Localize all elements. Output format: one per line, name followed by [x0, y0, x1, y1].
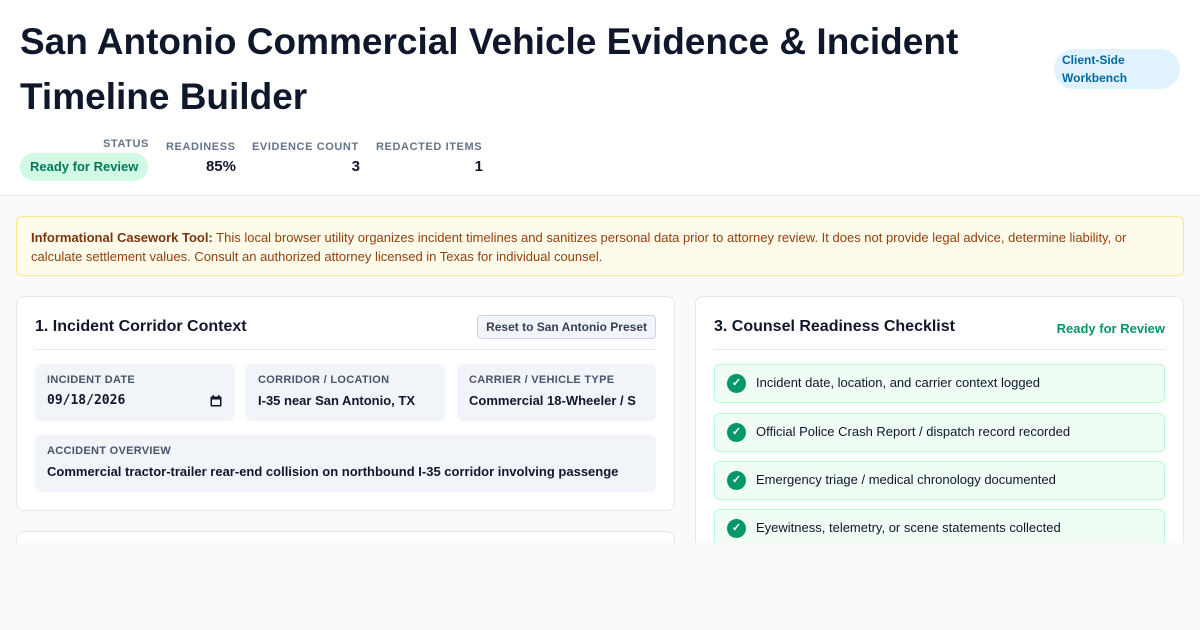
checklist-item[interactable]: ✓ Emergency triage / medical chronology … — [714, 461, 1165, 500]
carrier-vehicle-input[interactable]: Commercial 18-Wheeler / S — [469, 393, 644, 408]
checklist-item[interactable]: ✓ Official Police Crash Report / dispatc… — [714, 413, 1165, 452]
check-icon: ✓ — [727, 519, 746, 538]
carrier-vehicle-label: CARRIER / VEHICLE TYPE — [469, 374, 615, 386]
informational-notice: Informational Casework Tool: This local … — [16, 216, 1184, 276]
readiness-stat-value: 85% — [205, 158, 236, 175]
evidence-count-label: EVIDENCE COUNT — [252, 141, 359, 153]
corridor-location-label: CORRIDOR / LOCATION — [258, 374, 390, 386]
incident-date-field[interactable]: INCIDENT DATE 09/18/2026 — [35, 364, 234, 421]
checklist-item[interactable]: ✓ Incident date, location, and carrier c… — [714, 364, 1165, 403]
redacted-items-label: REDACTED ITEMS — [376, 141, 483, 153]
status-stat-label: STATUS — [103, 138, 149, 150]
accident-overview-label: ACCIDENT OVERVIEW — [47, 445, 172, 457]
corridor-location-input[interactable]: I-35 near San Antonio, TX — [258, 393, 433, 408]
counsel-readiness-card: 3. Counsel Readiness Checklist Ready for… — [695, 296, 1184, 576]
corridor-location-field[interactable]: CORRIDOR / LOCATION I-35 near San Antoni… — [246, 364, 445, 421]
accident-overview-input[interactable]: Commercial tractor-trailer rear-end coll… — [47, 464, 644, 479]
page-header: San Antonio Commercial Vehicle Evidence … — [0, 0, 1200, 196]
reset-preset-button[interactable]: Reset to San Antonio Preset — [477, 315, 656, 339]
readiness-stat-label: READINESS — [166, 141, 236, 153]
checklist-item-label: Incident date, location, and carrier con… — [756, 375, 1041, 390]
checklist-item-label: Eyewitness, telemetry, or scene statemen… — [756, 520, 1061, 535]
status-badge: Ready for Review — [20, 153, 149, 181]
checklist-item-label: Emergency triage / medical chronology do… — [756, 472, 1056, 487]
incident-date-input[interactable]: 09/18/2026 — [47, 393, 125, 408]
notice-lead: Informational Casework Tool: — [31, 230, 213, 245]
incident-corridor-card: 1. Incident Corridor Context Reset to Sa… — [16, 296, 675, 511]
check-icon: ✓ — [727, 374, 746, 393]
corridor-card-title: 1. Incident Corridor Context — [35, 318, 247, 335]
incident-date-label: INCIDENT DATE — [47, 374, 136, 386]
card-divider — [714, 349, 1165, 350]
checklist-item-label: Official Police Crash Report / dispatch … — [756, 424, 1071, 439]
evidence-count-value: 3 — [351, 158, 360, 175]
page-title: San Antonio Commercial Vehicle Evidence … — [20, 21, 959, 117]
card-divider — [35, 349, 656, 350]
calendar-icon[interactable] — [210, 394, 222, 407]
workbench-badge: Client-Side Workbench — [1054, 49, 1180, 89]
viewport-fold — [0, 543, 1200, 630]
carrier-vehicle-field[interactable]: CARRIER / VEHICLE TYPE Commercial 18-Whe… — [457, 364, 656, 421]
checklist-status: Ready for Review — [1056, 321, 1165, 336]
accident-overview-field[interactable]: ACCIDENT OVERVIEW Commercial tractor-tra… — [35, 435, 656, 492]
redacted-items-value: 1 — [474, 158, 483, 175]
check-icon: ✓ — [727, 471, 746, 490]
check-icon: ✓ — [727, 423, 746, 442]
checklist-card-title: 3. Counsel Readiness Checklist — [714, 318, 955, 335]
